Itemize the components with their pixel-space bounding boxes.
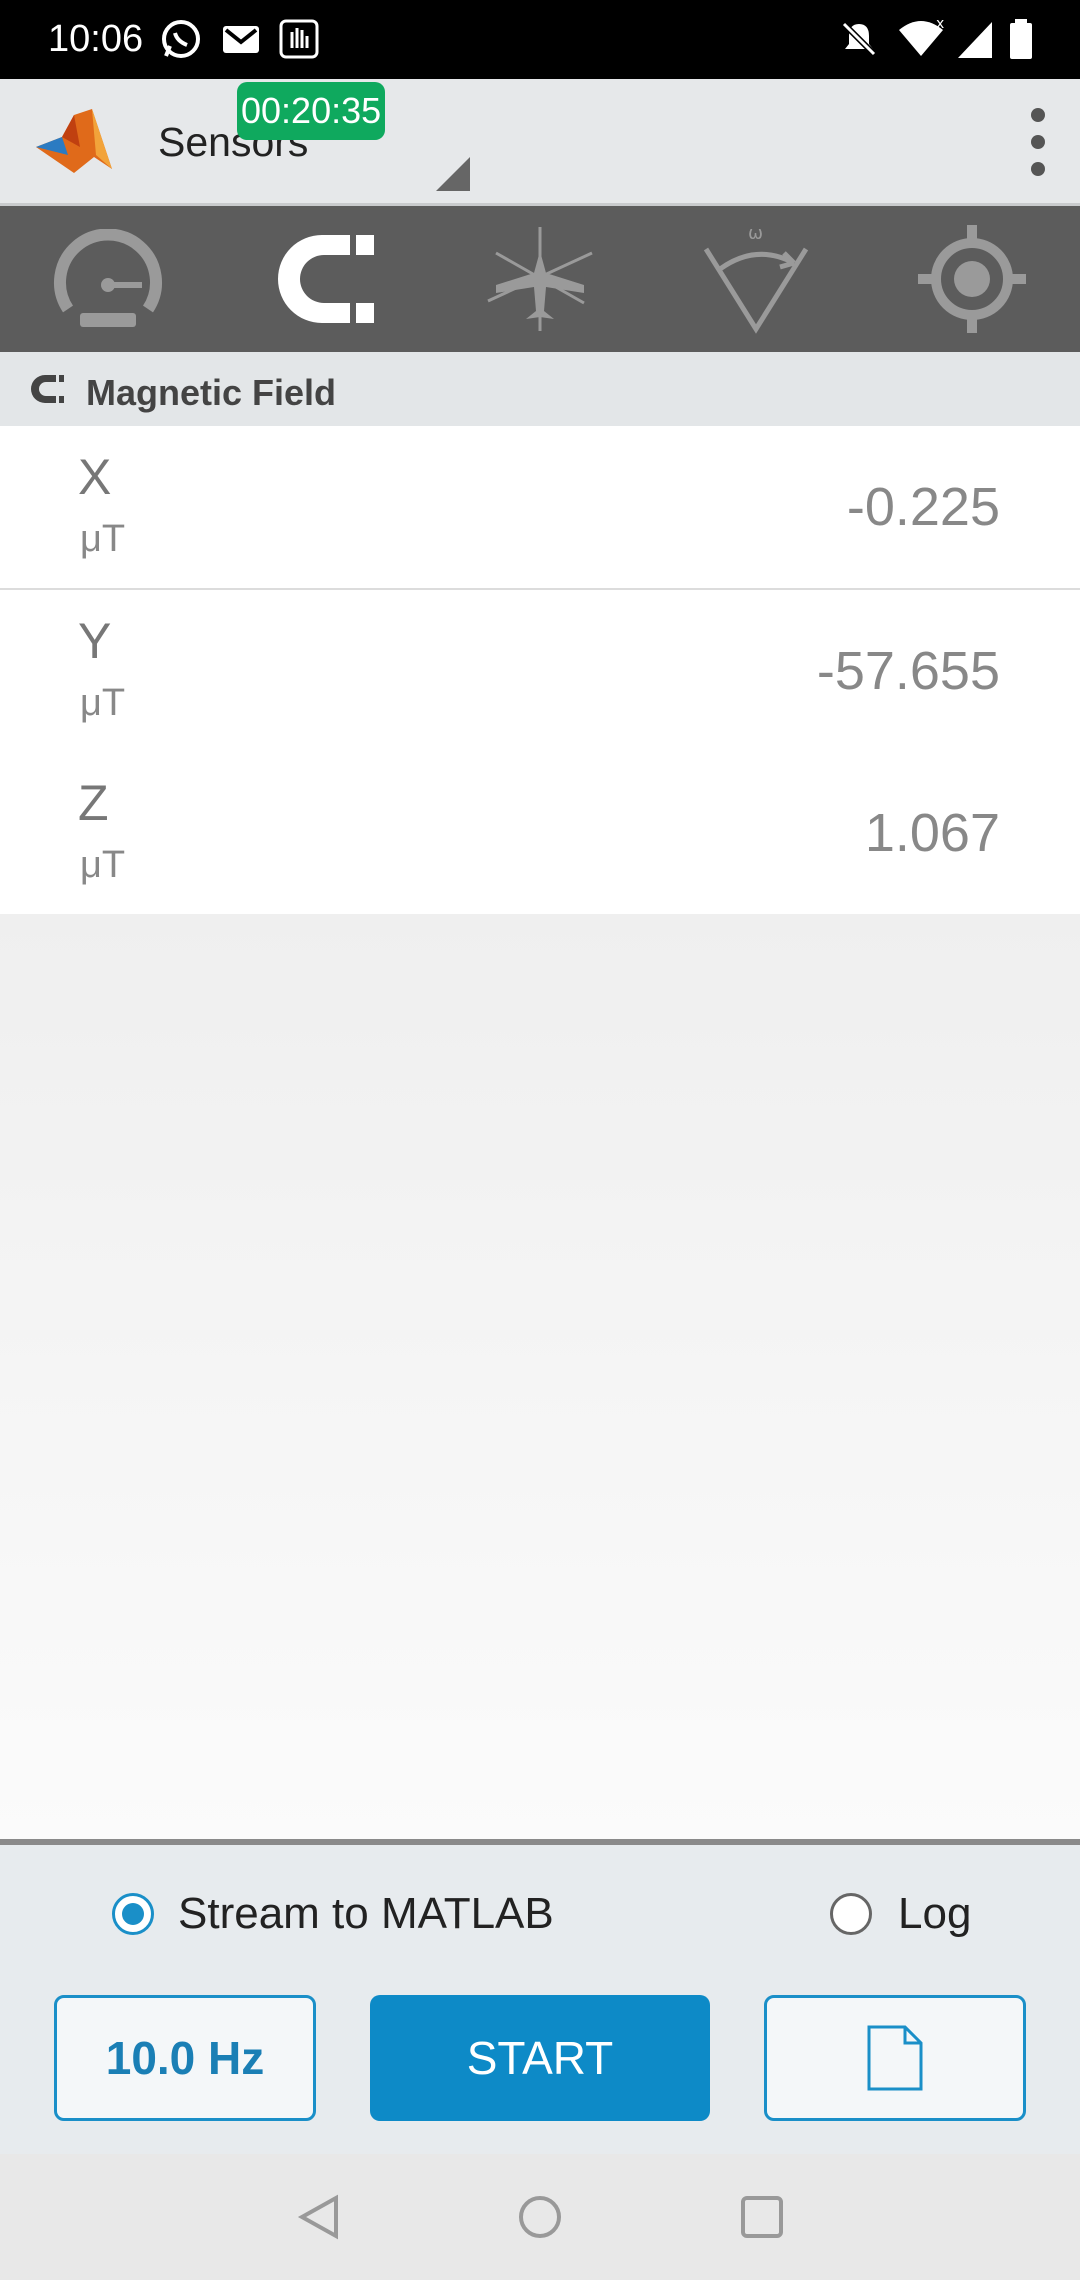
reading-value: -0.225 <box>846 477 1000 537</box>
file-icon <box>867 2025 923 2091</box>
reading-row-x: X μT -0.225 <box>0 426 1080 590</box>
speedometer-icon <box>54 229 162 327</box>
unit-label: μT <box>80 844 126 886</box>
section-header: Magnetic Field <box>0 352 1080 426</box>
tab-angular-velocity[interactable]: ω <box>648 206 864 352</box>
magnet-icon <box>31 375 64 403</box>
unit-label: μT <box>80 682 126 724</box>
section-title: Magnetic Field <box>86 372 337 413</box>
reading-row-y: Y μT -57.655 <box>0 590 1080 754</box>
home-icon[interactable] <box>517 2194 563 2240</box>
sample-rate-button[interactable]: 10.0 Hz <box>54 1995 316 2121</box>
axis-label: X <box>78 449 112 505</box>
bottom-control-panel: Stream to MATLAB Log 10.0 Hz START <box>0 1839 1080 2160</box>
log-radio[interactable] <box>830 1893 872 1935</box>
file-button[interactable] <box>764 1995 1026 2121</box>
angular-velocity-icon: ω <box>703 223 809 334</box>
overflow-menu-icon[interactable] <box>1020 105 1056 179</box>
svg-text:ω: ω <box>748 223 763 244</box>
reading-value: 1.067 <box>864 803 1000 863</box>
tab-orientation[interactable] <box>432 206 648 352</box>
stream-radio[interactable] <box>112 1893 154 1935</box>
location-target-icon <box>918 225 1026 333</box>
hand-notification-icon <box>279 19 319 59</box>
back-icon[interactable] <box>296 2194 342 2240</box>
axis-label: Z <box>78 775 109 831</box>
tab-position[interactable] <box>864 206 1080 352</box>
app-bar: Sensors 00:20:35 <box>0 79 1080 206</box>
tab-acceleration[interactable] <box>0 206 216 352</box>
do-not-disturb-icon <box>841 21 877 57</box>
battery-icon <box>1010 19 1032 59</box>
recents-icon[interactable] <box>739 2194 785 2240</box>
wifi-icon: x <box>899 18 944 56</box>
radio-selected-dot <box>122 1903 144 1925</box>
status-bar: 10:06 x <box>0 0 1080 79</box>
timer-badge: 00:20:35 <box>237 82 386 140</box>
dropdown-triangle-icon[interactable] <box>436 157 470 191</box>
start-button[interactable]: START <box>370 1995 710 2121</box>
reading-value: -57.655 <box>816 641 1000 701</box>
unit-label: μT <box>80 518 126 560</box>
tab-magnetic-field[interactable] <box>216 206 432 352</box>
sensor-tab-strip: ω <box>0 206 1080 352</box>
status-time: 10:06 <box>48 18 144 60</box>
log-label[interactable]: Log <box>898 1889 971 1939</box>
axis-label: Y <box>78 613 112 669</box>
gmail-icon <box>223 26 259 53</box>
svg-text:x: x <box>936 18 944 32</box>
whatsapp-icon <box>162 20 200 58</box>
navigation-bar <box>0 2154 1080 2280</box>
content-empty-area <box>0 914 1080 1839</box>
airplane-orientation-icon <box>487 227 593 331</box>
matlab-logo-icon <box>36 109 112 173</box>
reading-row-z: Z μT 1.067 <box>0 752 1080 916</box>
signal-icon <box>958 22 992 58</box>
magnet-icon <box>278 235 374 323</box>
stream-label[interactable]: Stream to MATLAB <box>178 1889 554 1939</box>
